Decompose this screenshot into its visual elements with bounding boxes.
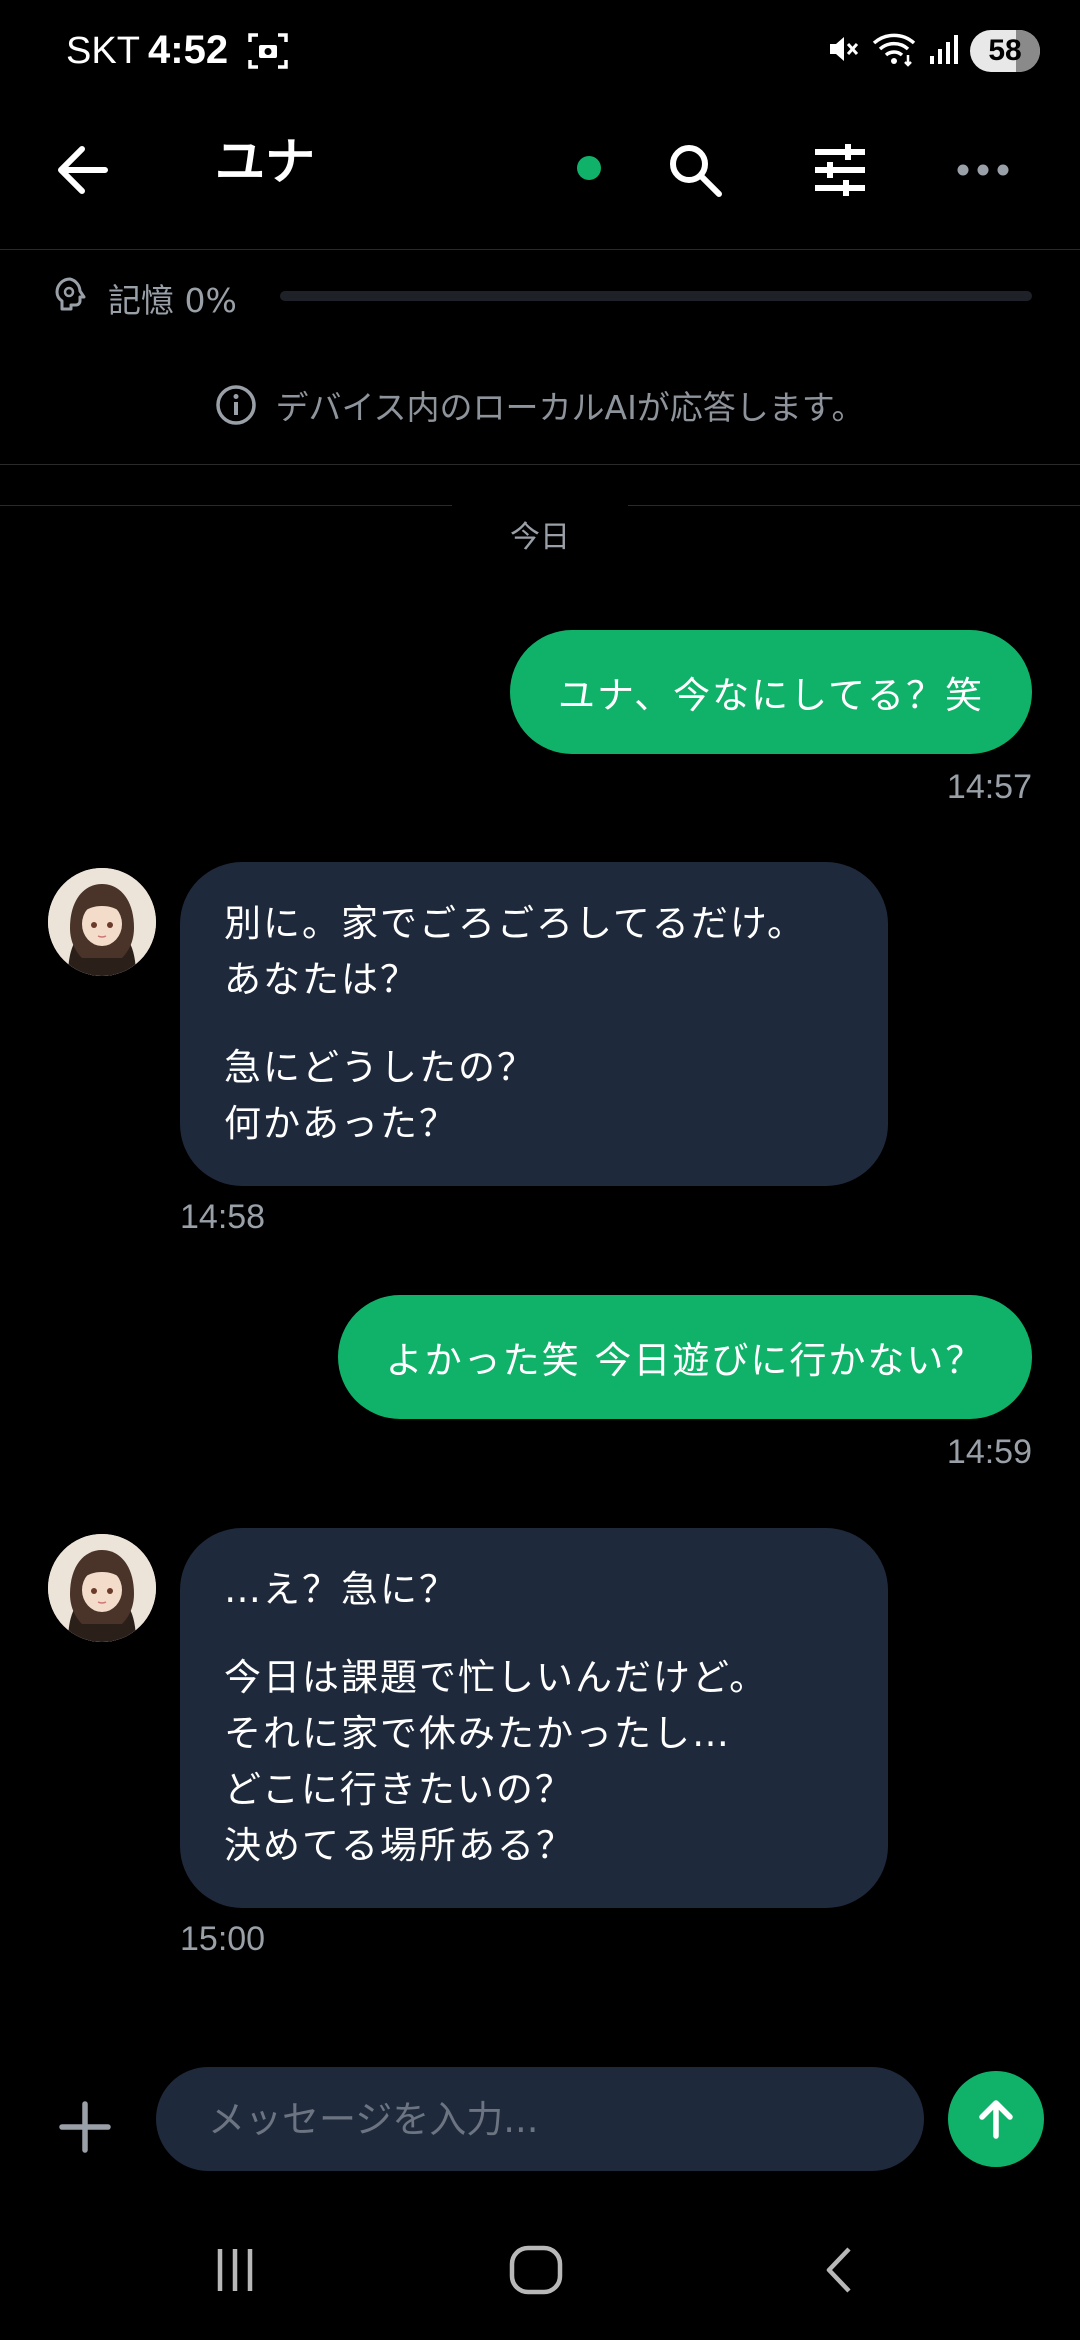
memory-progress-track <box>280 291 1032 301</box>
sliders-icon <box>815 144 865 196</box>
ai-message-bubble[interactable]: …え？急に？ 今日は課題で忙しいんだけど。 それに家で休みたかったし… どこに行… <box>180 1528 888 1908</box>
message-timestamp: 15:00 <box>180 1920 266 1958</box>
chat-header: ユナ <box>0 105 1080 250</box>
message-line: あなたは？ <box>224 958 419 1001</box>
arrow-up-icon <box>979 2100 1013 2139</box>
carrier-label: SKT <box>66 30 140 72</box>
more-icon <box>957 164 1009 176</box>
send-button[interactable] <box>948 2071 1044 2167</box>
message-line: それに家で休みたかったし… <box>224 1712 731 1755</box>
memory-label: 記憶 0% <box>108 281 237 320</box>
message-line: どこに行きたいの？ <box>224 1768 574 1811</box>
page-title: ユナ <box>215 133 315 191</box>
wifi-icon <box>872 31 916 71</box>
back-icon <box>826 2247 851 2293</box>
more-options-button[interactable] <box>943 130 1023 210</box>
message-timestamp: 14:58 <box>180 1198 266 1236</box>
recents-icon <box>217 2249 253 2291</box>
online-status-indicator <box>577 156 601 180</box>
notice-text: デバイス内のローカルAIが応答します。 <box>275 387 865 427</box>
date-label: 今日 <box>510 520 570 555</box>
message-paragraph: 別に。家でごろごろしてるだけ。 あなたは？ <box>224 896 844 1008</box>
screenshot-icon <box>248 32 288 70</box>
composer-bar <box>0 2050 1080 2190</box>
search-button[interactable] <box>655 130 735 210</box>
message-input[interactable] <box>156 2067 924 2171</box>
user-message-bubble[interactable]: よかった笑 今日遊びに行かない？ <box>338 1295 1032 1419</box>
home-button[interactable] <box>496 2230 576 2310</box>
recents-button[interactable] <box>195 2230 275 2310</box>
plus-icon <box>59 2101 111 2153</box>
battery-level: 58 <box>988 34 1022 67</box>
system-back-button[interactable] <box>800 2230 880 2310</box>
user-message-bubble[interactable]: ユナ、今なにしてる？笑 <box>510 630 1032 754</box>
settings-button[interactable] <box>800 130 880 210</box>
date-divider-line <box>0 505 452 506</box>
message-timestamp: 14:57 <box>946 768 1032 806</box>
ai-message-bubble[interactable]: 別に。家でごろごろしてるだけ。 あなたは？ 急にどうしたの？ 何かあった？ <box>180 862 888 1186</box>
status-bar: SKT 4:52 58 <box>0 0 1080 105</box>
home-icon <box>509 2245 563 2295</box>
avatar[interactable] <box>48 868 156 976</box>
message-paragraph: 急にどうしたの？ 何かあった？ <box>224 1040 844 1152</box>
message-line: 急にどうしたの？ <box>224 1046 536 1089</box>
clock: 4:52 <box>148 28 229 72</box>
search-icon <box>670 145 722 197</box>
brain-icon <box>55 277 86 311</box>
message-text: よかった笑 今日遊びに行かない？ <box>385 1339 985 1382</box>
info-icon <box>216 384 257 425</box>
avatar[interactable] <box>48 1534 156 1642</box>
date-separator: 今日 <box>0 500 1080 556</box>
message-line: …え？急に？ <box>224 1568 458 1611</box>
message-line: 別に。家でごろごろしてるだけ。 <box>224 902 807 945</box>
battery-icon: 58 <box>970 30 1040 72</box>
date-divider-line <box>628 505 1080 506</box>
message-paragraph: …え？急に？ <box>224 1562 844 1618</box>
message-line: 何かあった？ <box>224 1102 458 1145</box>
message-timestamp: 14:59 <box>946 1433 1032 1471</box>
message-line: 決めてる場所ある？ <box>224 1824 575 1867</box>
memory-bar: 記憶 0% <box>0 250 1080 340</box>
system-navigation-bar <box>0 2220 1080 2320</box>
message-text: ユナ、今なにしてる？笑 <box>557 674 985 717</box>
attach-button[interactable] <box>50 2092 120 2162</box>
message-paragraph: 今日は課題で忙しいんだけど。 それに家で休みたかったし… どこに行きたいの？ 決… <box>224 1650 844 1874</box>
mute-icon <box>826 32 860 70</box>
local-ai-notice: デバイス内のローカルAIが応答します。 <box>0 345 1080 465</box>
message-line: 今日は課題で忙しいんだけど。 <box>224 1656 769 1699</box>
back-arrow-icon <box>58 146 108 194</box>
signal-icon <box>928 32 958 70</box>
back-button[interactable] <box>50 135 120 205</box>
